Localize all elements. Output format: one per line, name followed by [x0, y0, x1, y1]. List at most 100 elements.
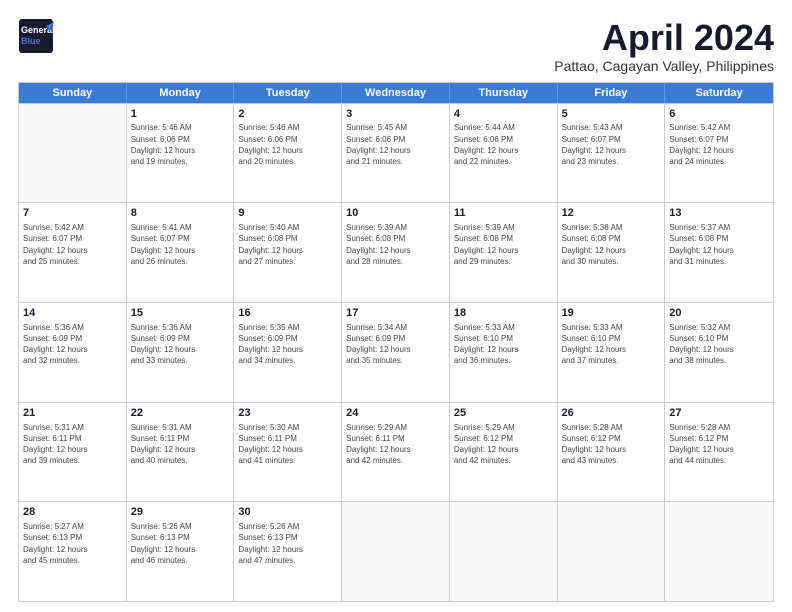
- calendar-cell: 4Sunrise: 5:44 AMSunset: 6:06 PMDaylight…: [450, 104, 558, 203]
- cell-info: Sunrise: 5:31 AMSunset: 6:11 PMDaylight:…: [131, 422, 230, 467]
- svg-text:Blue: Blue: [21, 36, 41, 46]
- calendar-cell: 13Sunrise: 5:37 AMSunset: 6:08 PMDayligh…: [665, 203, 773, 302]
- cell-info: Sunrise: 5:46 AMSunset: 6:06 PMDaylight:…: [238, 122, 337, 167]
- calendar-cell: 8Sunrise: 5:41 AMSunset: 6:07 PMDaylight…: [127, 203, 235, 302]
- day-number: 30: [238, 505, 337, 520]
- day-header: Thursday: [450, 83, 558, 103]
- cell-info: Sunrise: 5:37 AMSunset: 6:08 PMDaylight:…: [669, 222, 769, 267]
- calendar-cell: 11Sunrise: 5:39 AMSunset: 6:08 PMDayligh…: [450, 203, 558, 302]
- cell-info: Sunrise: 5:45 AMSunset: 6:06 PMDaylight:…: [346, 122, 445, 167]
- calendar-cell: 12Sunrise: 5:38 AMSunset: 6:08 PMDayligh…: [558, 203, 666, 302]
- calendar-row: 14Sunrise: 5:36 AMSunset: 6:09 PMDayligh…: [19, 302, 773, 402]
- calendar-row: 7Sunrise: 5:42 AMSunset: 6:07 PMDaylight…: [19, 202, 773, 302]
- cell-info: Sunrise: 5:42 AMSunset: 6:07 PMDaylight:…: [669, 122, 769, 167]
- day-number: 29: [131, 505, 230, 520]
- cell-info: Sunrise: 5:40 AMSunset: 6:08 PMDaylight:…: [238, 222, 337, 267]
- calendar-cell: 30Sunrise: 5:26 AMSunset: 6:13 PMDayligh…: [234, 502, 342, 601]
- cell-info: Sunrise: 5:28 AMSunset: 6:12 PMDaylight:…: [562, 422, 661, 467]
- cell-info: Sunrise: 5:36 AMSunset: 6:09 PMDaylight:…: [131, 322, 230, 367]
- calendar-cell: [450, 502, 558, 601]
- day-number: 8: [131, 206, 230, 221]
- day-number: 11: [454, 206, 553, 221]
- day-number: 2: [238, 107, 337, 122]
- calendar-cell: 15Sunrise: 5:36 AMSunset: 6:09 PMDayligh…: [127, 303, 235, 402]
- calendar-cell: 20Sunrise: 5:32 AMSunset: 6:10 PMDayligh…: [665, 303, 773, 402]
- header: General Blue April 2024 Pattao, Cagayan …: [18, 18, 774, 74]
- calendar-cell: 7Sunrise: 5:42 AMSunset: 6:07 PMDaylight…: [19, 203, 127, 302]
- calendar-cell: [558, 502, 666, 601]
- day-number: 1: [131, 107, 230, 122]
- calendar-cell: 3Sunrise: 5:45 AMSunset: 6:06 PMDaylight…: [342, 104, 450, 203]
- cell-info: Sunrise: 5:39 AMSunset: 6:08 PMDaylight:…: [454, 222, 553, 267]
- day-number: 20: [669, 306, 769, 321]
- subtitle: Pattao, Cagayan Valley, Philippines: [554, 58, 774, 74]
- main-title: April 2024: [554, 18, 774, 58]
- day-number: 9: [238, 206, 337, 221]
- cell-info: Sunrise: 5:41 AMSunset: 6:07 PMDaylight:…: [131, 222, 230, 267]
- day-number: 22: [131, 406, 230, 421]
- cell-info: Sunrise: 5:26 AMSunset: 6:13 PMDaylight:…: [131, 521, 230, 566]
- calendar-cell: 21Sunrise: 5:31 AMSunset: 6:11 PMDayligh…: [19, 403, 127, 502]
- day-number: 15: [131, 306, 230, 321]
- calendar-header: SundayMondayTuesdayWednesdayThursdayFrid…: [19, 83, 773, 103]
- calendar-cell: 23Sunrise: 5:30 AMSunset: 6:11 PMDayligh…: [234, 403, 342, 502]
- calendar-cell: 6Sunrise: 5:42 AMSunset: 6:07 PMDaylight…: [665, 104, 773, 203]
- day-number: 23: [238, 406, 337, 421]
- cell-info: Sunrise: 5:28 AMSunset: 6:12 PMDaylight:…: [669, 422, 769, 467]
- calendar-cell: [19, 104, 127, 203]
- day-number: 25: [454, 406, 553, 421]
- cell-info: Sunrise: 5:36 AMSunset: 6:09 PMDaylight:…: [23, 322, 122, 367]
- cell-info: Sunrise: 5:27 AMSunset: 6:13 PMDaylight:…: [23, 521, 122, 566]
- calendar-cell: 25Sunrise: 5:29 AMSunset: 6:12 PMDayligh…: [450, 403, 558, 502]
- cell-info: Sunrise: 5:30 AMSunset: 6:11 PMDaylight:…: [238, 422, 337, 467]
- title-block: April 2024 Pattao, Cagayan Valley, Phili…: [554, 18, 774, 74]
- calendar-cell: 16Sunrise: 5:35 AMSunset: 6:09 PMDayligh…: [234, 303, 342, 402]
- cell-info: Sunrise: 5:26 AMSunset: 6:13 PMDaylight:…: [238, 521, 337, 566]
- day-number: 19: [562, 306, 661, 321]
- cell-info: Sunrise: 5:29 AMSunset: 6:12 PMDaylight:…: [454, 422, 553, 467]
- calendar-cell: 26Sunrise: 5:28 AMSunset: 6:12 PMDayligh…: [558, 403, 666, 502]
- cell-info: Sunrise: 5:31 AMSunset: 6:11 PMDaylight:…: [23, 422, 122, 467]
- cell-info: Sunrise: 5:29 AMSunset: 6:11 PMDaylight:…: [346, 422, 445, 467]
- calendar: SundayMondayTuesdayWednesdayThursdayFrid…: [18, 82, 774, 602]
- calendar-cell: 1Sunrise: 5:46 AMSunset: 6:06 PMDaylight…: [127, 104, 235, 203]
- day-number: 13: [669, 206, 769, 221]
- day-number: 17: [346, 306, 445, 321]
- calendar-cell: [665, 502, 773, 601]
- cell-info: Sunrise: 5:34 AMSunset: 6:09 PMDaylight:…: [346, 322, 445, 367]
- day-number: 10: [346, 206, 445, 221]
- day-number: 28: [23, 505, 122, 520]
- day-header: Friday: [558, 83, 666, 103]
- day-number: 24: [346, 406, 445, 421]
- calendar-cell: 28Sunrise: 5:27 AMSunset: 6:13 PMDayligh…: [19, 502, 127, 601]
- calendar-row: 1 Sunrise: 5:46 AMSunset: 6:06 PMDaylight…: [19, 103, 773, 203]
- page: General Blue April 2024 Pattao, Cagayan …: [0, 0, 792, 612]
- day-number: 16: [238, 306, 337, 321]
- day-header: Saturday: [665, 83, 773, 103]
- day-header: Wednesday: [342, 83, 450, 103]
- calendar-cell: 19Sunrise: 5:33 AMSunset: 6:10 PMDayligh…: [558, 303, 666, 402]
- cell-info: Sunrise: 5:33 AMSunset: 6:10 PMDaylight:…: [562, 322, 661, 367]
- day-number: 27: [669, 406, 769, 421]
- calendar-cell: 10Sunrise: 5:39 AMSunset: 6:08 PMDayligh…: [342, 203, 450, 302]
- day-number: 12: [562, 206, 661, 221]
- day-number: 4: [454, 107, 553, 122]
- cell-info: Sunrise: 5:33 AMSunset: 6:10 PMDaylight:…: [454, 322, 553, 367]
- cell-info: Sunrise: 5:43 AMSunset: 6:07 PMDaylight:…: [562, 122, 661, 167]
- day-number: 3: [346, 107, 445, 122]
- calendar-cell: 17Sunrise: 5:34 AMSunset: 6:09 PMDayligh…: [342, 303, 450, 402]
- day-header: Monday: [127, 83, 235, 103]
- cell-info: Sunrise: 5:35 AMSunset: 6:09 PMDaylight:…: [238, 322, 337, 367]
- calendar-cell: 24Sunrise: 5:29 AMSunset: 6:11 PMDayligh…: [342, 403, 450, 502]
- calendar-row: 28Sunrise: 5:27 AMSunset: 6:13 PMDayligh…: [19, 501, 773, 601]
- calendar-cell: 22Sunrise: 5:31 AMSunset: 6:11 PMDayligh…: [127, 403, 235, 502]
- calendar-cell: 27Sunrise: 5:28 AMSunset: 6:12 PMDayligh…: [665, 403, 773, 502]
- calendar-cell: 2Sunrise: 5:46 AMSunset: 6:06 PMDaylight…: [234, 104, 342, 203]
- calendar-row: 21Sunrise: 5:31 AMSunset: 6:11 PMDayligh…: [19, 402, 773, 502]
- day-number: 6: [669, 107, 769, 122]
- cell-info: Sunrise: 5:32 AMSunset: 6:10 PMDaylight:…: [669, 322, 769, 367]
- cell-info: Sunrise: 5:44 AMSunset: 6:06 PMDaylight:…: [454, 122, 553, 167]
- calendar-cell: [342, 502, 450, 601]
- calendar-cell: 14Sunrise: 5:36 AMSunset: 6:09 PMDayligh…: [19, 303, 127, 402]
- cell-info: Sunrise: 5:42 AMSunset: 6:07 PMDaylight:…: [23, 222, 122, 267]
